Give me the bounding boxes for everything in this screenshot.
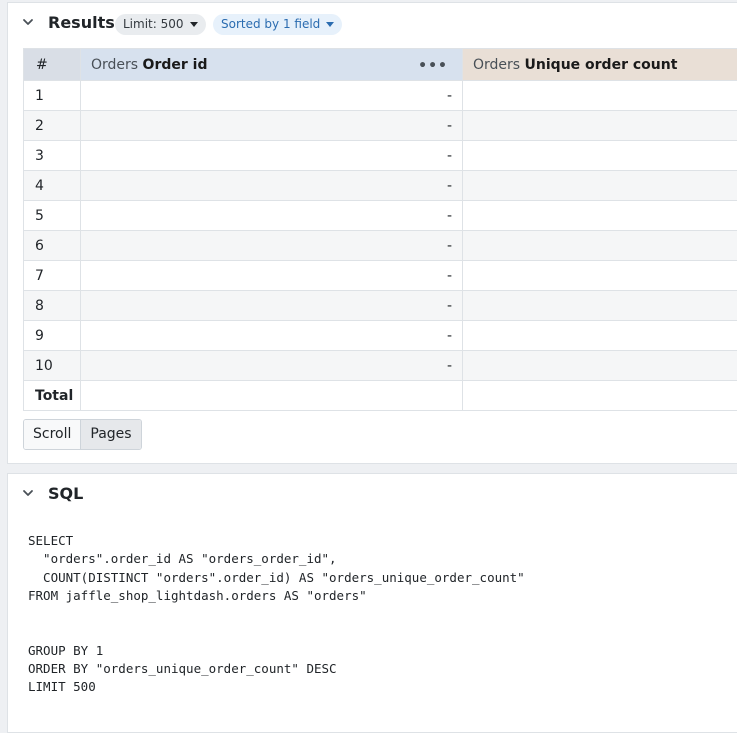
table-header-row: # Orders Order id ••• Orders Unique orde…: [24, 49, 737, 81]
unique-order-count-cell[interactable]: [463, 81, 737, 111]
table-row: 3 -: [24, 141, 737, 171]
column-header-unique-order-count[interactable]: Orders Unique order count: [463, 49, 737, 81]
sql-title: SQL: [48, 484, 83, 503]
results-title: Results: [48, 13, 115, 32]
order-id-cell[interactable]: -: [81, 351, 463, 381]
column-field-name: Order id: [143, 57, 208, 73]
more-horizontal-icon[interactable]: •••: [418, 58, 448, 74]
caret-down-icon: [326, 22, 334, 27]
unique-order-count-cell[interactable]: [463, 231, 737, 261]
limit-badge[interactable]: Limit: 500: [115, 14, 206, 35]
table-row: 7 -: [24, 261, 737, 291]
sql-header[interactable]: SQL: [8, 474, 737, 514]
column-header-order-id[interactable]: Orders Order id •••: [81, 49, 463, 81]
total-row: Total: [24, 381, 737, 411]
row-index: 3: [24, 141, 81, 171]
row-index: 6: [24, 231, 81, 261]
results-table: # Orders Order id ••• Orders Unique orde…: [23, 48, 737, 411]
total-unique-order-count-cell: [463, 381, 737, 411]
chevron-down-icon[interactable]: [21, 15, 35, 29]
column-field-name: Unique order count: [525, 57, 678, 73]
table-row: 8 -: [24, 291, 737, 321]
order-id-cell[interactable]: -: [81, 81, 463, 111]
view-mode-toggle: Scroll Pages: [23, 419, 142, 450]
unique-order-count-cell[interactable]: [463, 291, 737, 321]
row-index: 8: [24, 291, 81, 321]
unique-order-count-cell[interactable]: [463, 171, 737, 201]
unique-order-count-cell[interactable]: [463, 201, 737, 231]
table-row: 10 -: [24, 351, 737, 381]
table-row: 4 -: [24, 171, 737, 201]
row-index: 10: [24, 351, 81, 381]
column-table-name: Orders: [91, 57, 138, 73]
row-index: 9: [24, 321, 81, 351]
unique-order-count-cell[interactable]: [463, 321, 737, 351]
order-id-cell[interactable]: -: [81, 111, 463, 141]
table-row: 9 -: [24, 321, 737, 351]
sql-code: SELECT "orders".order_id AS "orders_orde…: [28, 532, 525, 697]
row-index: 2: [24, 111, 81, 141]
results-header[interactable]: Results Limit: 500 Sorted by 1 field: [8, 3, 737, 43]
order-id-cell[interactable]: -: [81, 201, 463, 231]
total-order-id-cell: [81, 381, 463, 411]
order-id-cell[interactable]: -: [81, 231, 463, 261]
unique-order-count-cell[interactable]: [463, 111, 737, 141]
order-id-cell[interactable]: -: [81, 141, 463, 171]
unique-order-count-cell[interactable]: [463, 261, 737, 291]
pages-mode-button[interactable]: Pages: [80, 420, 140, 449]
limit-badge-label: Limit: 500: [123, 14, 184, 35]
scroll-mode-button[interactable]: Scroll: [24, 420, 80, 449]
order-id-cell[interactable]: -: [81, 291, 463, 321]
unique-order-count-cell[interactable]: [463, 141, 737, 171]
row-number-header: #: [24, 49, 81, 81]
order-id-cell[interactable]: -: [81, 261, 463, 291]
sort-badge-label: Sorted by 1 field: [221, 14, 320, 35]
table-row: 1 -: [24, 81, 737, 111]
row-index: 7: [24, 261, 81, 291]
table-row: 5 -: [24, 201, 737, 231]
sql-panel: SQL SELECT "orders".order_id AS "orders_…: [7, 473, 737, 733]
order-id-cell[interactable]: -: [81, 171, 463, 201]
row-index: 4: [24, 171, 81, 201]
unique-order-count-cell[interactable]: [463, 351, 737, 381]
caret-down-icon: [190, 22, 198, 27]
chevron-down-icon[interactable]: [21, 486, 35, 500]
sort-badge[interactable]: Sorted by 1 field: [213, 14, 342, 35]
table-row: 6 -: [24, 231, 737, 261]
total-label: Total: [24, 381, 81, 411]
table-row: 2 -: [24, 111, 737, 141]
row-index: 5: [24, 201, 81, 231]
order-id-cell[interactable]: -: [81, 321, 463, 351]
results-panel: Results Limit: 500 Sorted by 1 field # O…: [7, 2, 737, 464]
row-index: 1: [24, 81, 81, 111]
column-table-name: Orders: [473, 57, 520, 73]
